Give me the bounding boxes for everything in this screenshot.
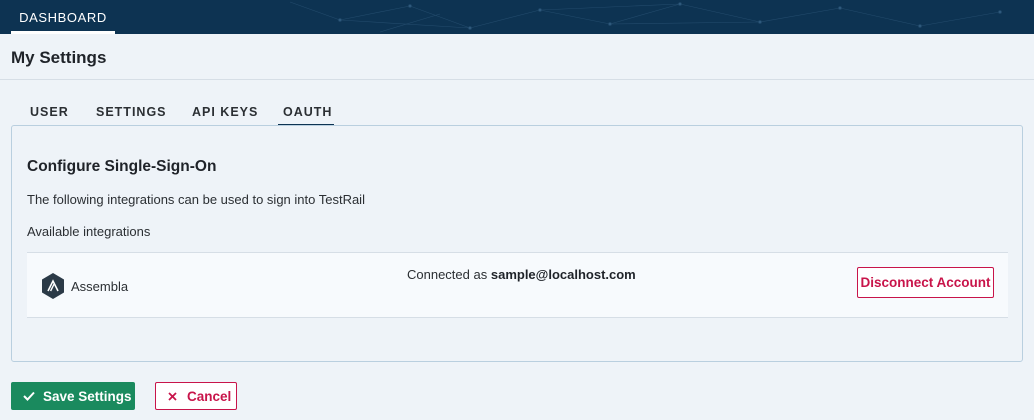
close-icon: [168, 391, 177, 401]
connected-prefix: Connected as: [407, 267, 488, 282]
cancel-button[interactable]: Cancel: [155, 382, 237, 410]
page-title: My Settings: [11, 48, 107, 67]
network-pattern-background: [289, 1, 1002, 33]
section-description: The following integrations can be used t…: [27, 192, 365, 207]
tab-oauth[interactable]: OAUTH: [278, 98, 334, 126]
check-icon: [23, 391, 35, 401]
tab-settings[interactable]: SETTINGS: [96, 98, 167, 126]
assembla-logo-icon: [41, 273, 65, 299]
top-navigation-bar: DASHBOARD: [0, 0, 1034, 34]
save-settings-button[interactable]: Save Settings: [11, 382, 135, 410]
section-title: Configure Single-Sign-On: [27, 158, 217, 175]
dashboard-tab[interactable]: DASHBOARD: [11, 0, 115, 34]
settings-tabs: USER SETTINGS API KEYS OAUTH: [12, 98, 1022, 126]
oauth-panel: Configure Single-Sign-On The following i…: [11, 125, 1023, 362]
available-integrations-label: Available integrations: [27, 224, 151, 239]
integration-name: Assembla: [71, 279, 129, 294]
tab-user[interactable]: USER: [30, 98, 69, 126]
disconnect-account-button[interactable]: Disconnect Account: [857, 267, 994, 298]
dashboard-tab-label: DASHBOARD: [19, 9, 107, 25]
integration-row-assembla: Assembla Connected as sample@localhost.c…: [27, 252, 1008, 318]
connection-status: Connected as sample@localhost.com: [407, 267, 636, 282]
cancel-label: Cancel: [187, 388, 232, 404]
page-header: My Settings: [0, 34, 1034, 80]
tab-api-keys[interactable]: API KEYS: [192, 98, 258, 126]
connected-email: sample@localhost.com: [490, 267, 636, 282]
save-settings-label: Save Settings: [43, 388, 132, 404]
